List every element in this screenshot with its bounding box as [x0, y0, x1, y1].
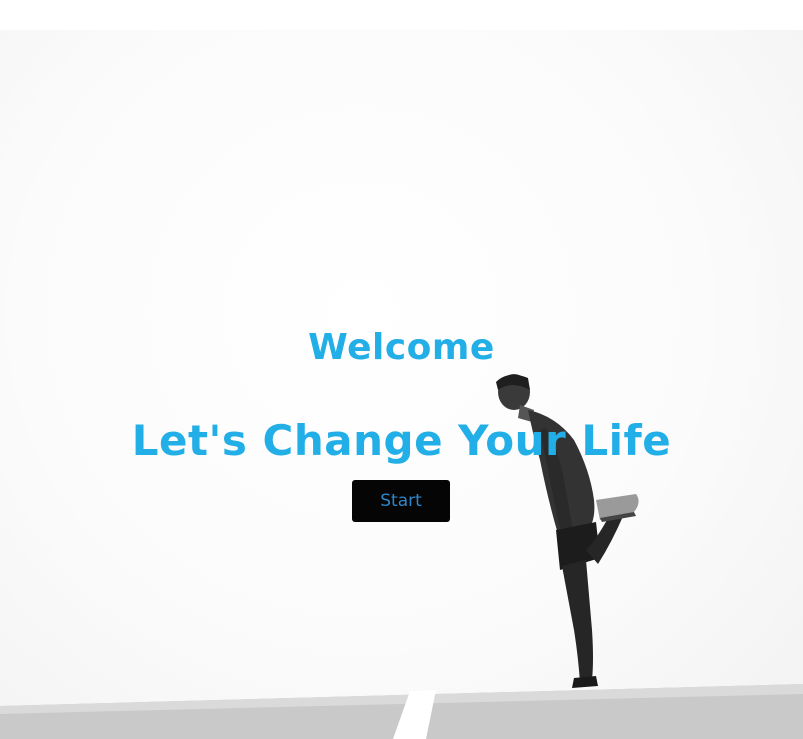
hero-section: Welcome Let's Change Your Life Start — [0, 30, 803, 739]
hero-tagline: Let's Change Your Life — [131, 416, 672, 465]
start-button[interactable]: Start — [352, 480, 450, 522]
hero-title: Welcome — [308, 327, 495, 368]
hero-background-image — [0, 374, 803, 739]
top-band — [0, 0, 803, 30]
landing-page: Welcome Let's Change Your Life Start — [0, 0, 803, 739]
